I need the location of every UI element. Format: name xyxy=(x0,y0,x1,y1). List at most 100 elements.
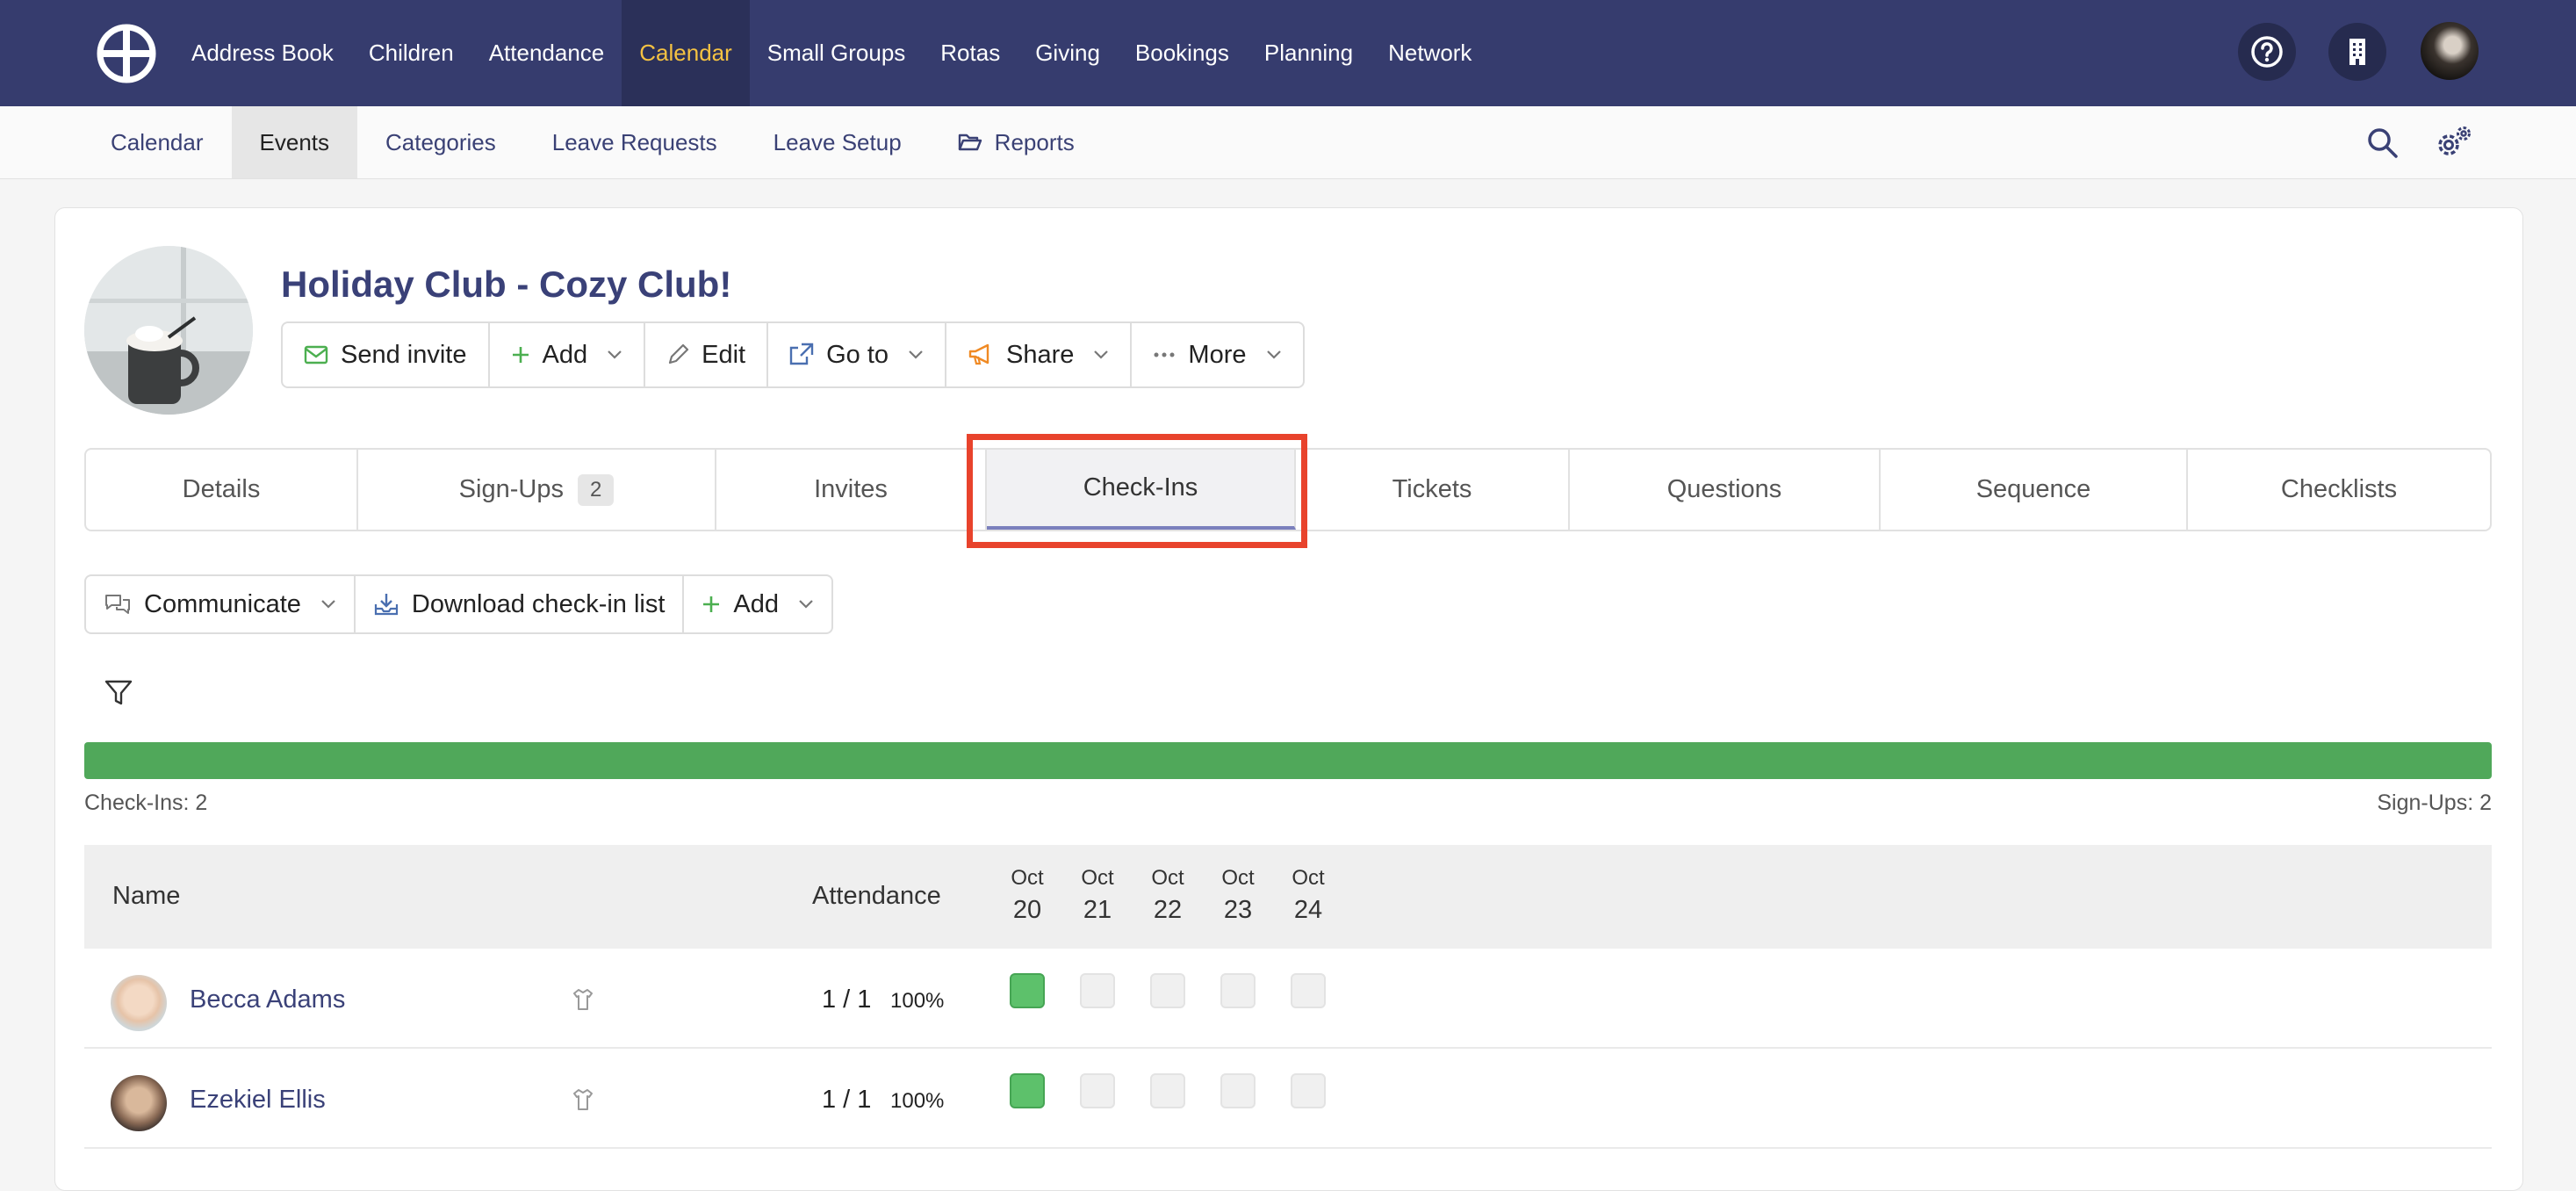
search-icon[interactable] xyxy=(2365,126,2400,161)
filter-icon[interactable] xyxy=(104,678,133,708)
external-link-icon xyxy=(789,343,814,365)
settings-gears-icon[interactable] xyxy=(2434,124,2474,162)
add-checkin-label: Add xyxy=(733,589,780,618)
column-header-date: Oct 21 xyxy=(1071,866,1124,925)
tab-signups[interactable]: Sign-Ups 2 xyxy=(358,450,716,530)
send-invite-button[interactable]: Send invite xyxy=(283,323,490,386)
topnav-item-calendar[interactable]: Calendar xyxy=(622,0,750,106)
clothing-icon[interactable] xyxy=(572,1087,594,1112)
table-row: Ezekiel Ellis 1 / 1 100% xyxy=(84,1049,2492,1149)
organisation-button[interactable] xyxy=(2328,23,2386,81)
edit-button[interactable]: Edit xyxy=(645,323,769,386)
chat-bubbles-icon xyxy=(105,595,130,614)
checkin-progress-bar xyxy=(84,742,2492,779)
chevron-down-icon xyxy=(608,350,622,359)
checkins-toolbar: Communicate Download check-in list Add xyxy=(84,574,834,634)
download-tray-icon xyxy=(374,594,399,616)
more-dropdown-button[interactable]: More xyxy=(1132,323,1302,386)
subnav-item-leave-setup[interactable]: Leave Setup xyxy=(745,106,930,178)
date-day: 21 xyxy=(1083,896,1112,924)
checkin-cell[interactable] xyxy=(1080,973,1115,1008)
topnav-item-rotas[interactable]: Rotas xyxy=(923,0,1018,106)
attendance-percent: 100% xyxy=(890,1089,945,1113)
tab-questions[interactable]: Questions xyxy=(1570,450,1881,530)
subnav-item-reports-label: Reports xyxy=(994,128,1075,155)
folder-open-icon xyxy=(958,134,982,151)
column-header-date: Oct 24 xyxy=(1282,866,1335,925)
checkin-cell[interactable] xyxy=(1220,973,1256,1008)
tab-invites[interactable]: Invites xyxy=(716,450,987,530)
attendance-ratio: 1 / 1 xyxy=(822,985,872,1014)
download-checkin-list-button[interactable]: Download check-in list xyxy=(356,576,685,632)
column-header-attendance[interactable]: Attendance xyxy=(812,882,941,911)
tab-checklists[interactable]: Checklists xyxy=(2188,450,2490,530)
avatar[interactable] xyxy=(111,975,167,1031)
avatar[interactable] xyxy=(111,1075,167,1131)
date-day: 20 xyxy=(1012,896,1042,924)
chevron-down-icon xyxy=(1266,350,1281,359)
topnav-item-small-groups[interactable]: Small Groups xyxy=(750,0,924,106)
building-icon xyxy=(2349,39,2365,65)
chevron-down-icon xyxy=(321,600,335,609)
communicate-label: Communicate xyxy=(144,589,301,618)
megaphone-icon xyxy=(968,343,989,365)
date-day: 22 xyxy=(1153,896,1183,924)
checkin-cell[interactable] xyxy=(1291,1073,1326,1108)
tab-tickets[interactable]: Tickets xyxy=(1296,450,1570,530)
person-name-link[interactable]: Ezekiel Ellis xyxy=(190,1086,326,1115)
chevron-down-icon xyxy=(799,600,813,609)
date-day: 23 xyxy=(1223,896,1253,924)
topnav-item-address-book[interactable]: Address Book xyxy=(174,0,351,106)
signups-count-badge: 2 xyxy=(577,473,615,506)
subnav-item-leave-requests[interactable]: Leave Requests xyxy=(524,106,745,178)
event-actions-group: Send invite Add Edit Go to Share More xyxy=(281,321,1305,388)
topnav-item-network[interactable]: Network xyxy=(1371,0,1489,106)
topnav-item-bookings[interactable]: Bookings xyxy=(1118,0,1247,106)
help-button[interactable] xyxy=(2238,23,2296,81)
checkin-cell[interactable] xyxy=(1150,1073,1185,1108)
checkins-table-header: Name Attendance Oct 20 Oct 21 Oct 22 Oct… xyxy=(84,845,2492,949)
more-label: More xyxy=(1188,340,1247,369)
attendance-ratio: 1 / 1 xyxy=(822,1086,872,1114)
topnav-item-attendance[interactable]: Attendance xyxy=(471,0,622,106)
subnav-item-categories[interactable]: Categories xyxy=(357,106,524,178)
chevron-down-icon xyxy=(1094,350,1109,359)
communicate-dropdown-button[interactable]: Communicate xyxy=(86,576,356,632)
checkin-cell[interactable] xyxy=(1010,973,1045,1008)
date-month: Oct xyxy=(1221,866,1255,890)
subnav-item-calendar[interactable]: Calendar xyxy=(83,106,232,178)
tab-sequence[interactable]: Sequence xyxy=(1881,450,2188,530)
share-label: Share xyxy=(1006,340,1075,369)
ellipsis-icon xyxy=(1154,352,1175,357)
add-dropdown-button[interactable]: Add xyxy=(490,323,646,386)
checkins-tab-highlight xyxy=(967,434,1307,548)
subnav-item-events[interactable]: Events xyxy=(231,106,358,178)
checkin-cell[interactable] xyxy=(1080,1073,1115,1108)
user-avatar[interactable] xyxy=(2421,22,2479,80)
app-logo-icon[interactable] xyxy=(97,24,156,83)
topnav-item-giving[interactable]: Giving xyxy=(1018,0,1118,106)
topnav-item-planning[interactable]: Planning xyxy=(1247,0,1371,106)
subnav-item-reports[interactable]: Reports xyxy=(930,106,1103,178)
add-checkin-dropdown-button[interactable]: Add xyxy=(684,576,831,632)
checkin-cell[interactable] xyxy=(1220,1073,1256,1108)
tab-details[interactable]: Details xyxy=(86,450,358,530)
date-month: Oct xyxy=(1081,866,1114,890)
table-row: Becca Adams 1 / 1 100% xyxy=(84,949,2492,1049)
checkins-count-label: Check-Ins: 2 xyxy=(84,790,208,815)
go-to-dropdown-button[interactable]: Go to xyxy=(768,323,947,386)
checkin-cell[interactable] xyxy=(1150,973,1185,1008)
help-icon xyxy=(2251,36,2283,68)
checkin-cell[interactable] xyxy=(1291,973,1326,1008)
clothing-icon[interactable] xyxy=(572,987,594,1012)
topnav-item-children[interactable]: Children xyxy=(351,0,471,106)
download-label: Download check-in list xyxy=(411,589,666,618)
date-day: 24 xyxy=(1293,896,1323,924)
mug-photo-image xyxy=(84,246,253,415)
checkin-cell[interactable] xyxy=(1010,1073,1045,1108)
person-name-link[interactable]: Becca Adams xyxy=(190,985,345,1014)
column-header-name[interactable]: Name xyxy=(112,882,180,911)
attendance-percent: 100% xyxy=(890,989,945,1013)
share-dropdown-button[interactable]: Share xyxy=(946,323,1133,386)
envelope-icon xyxy=(304,345,328,365)
